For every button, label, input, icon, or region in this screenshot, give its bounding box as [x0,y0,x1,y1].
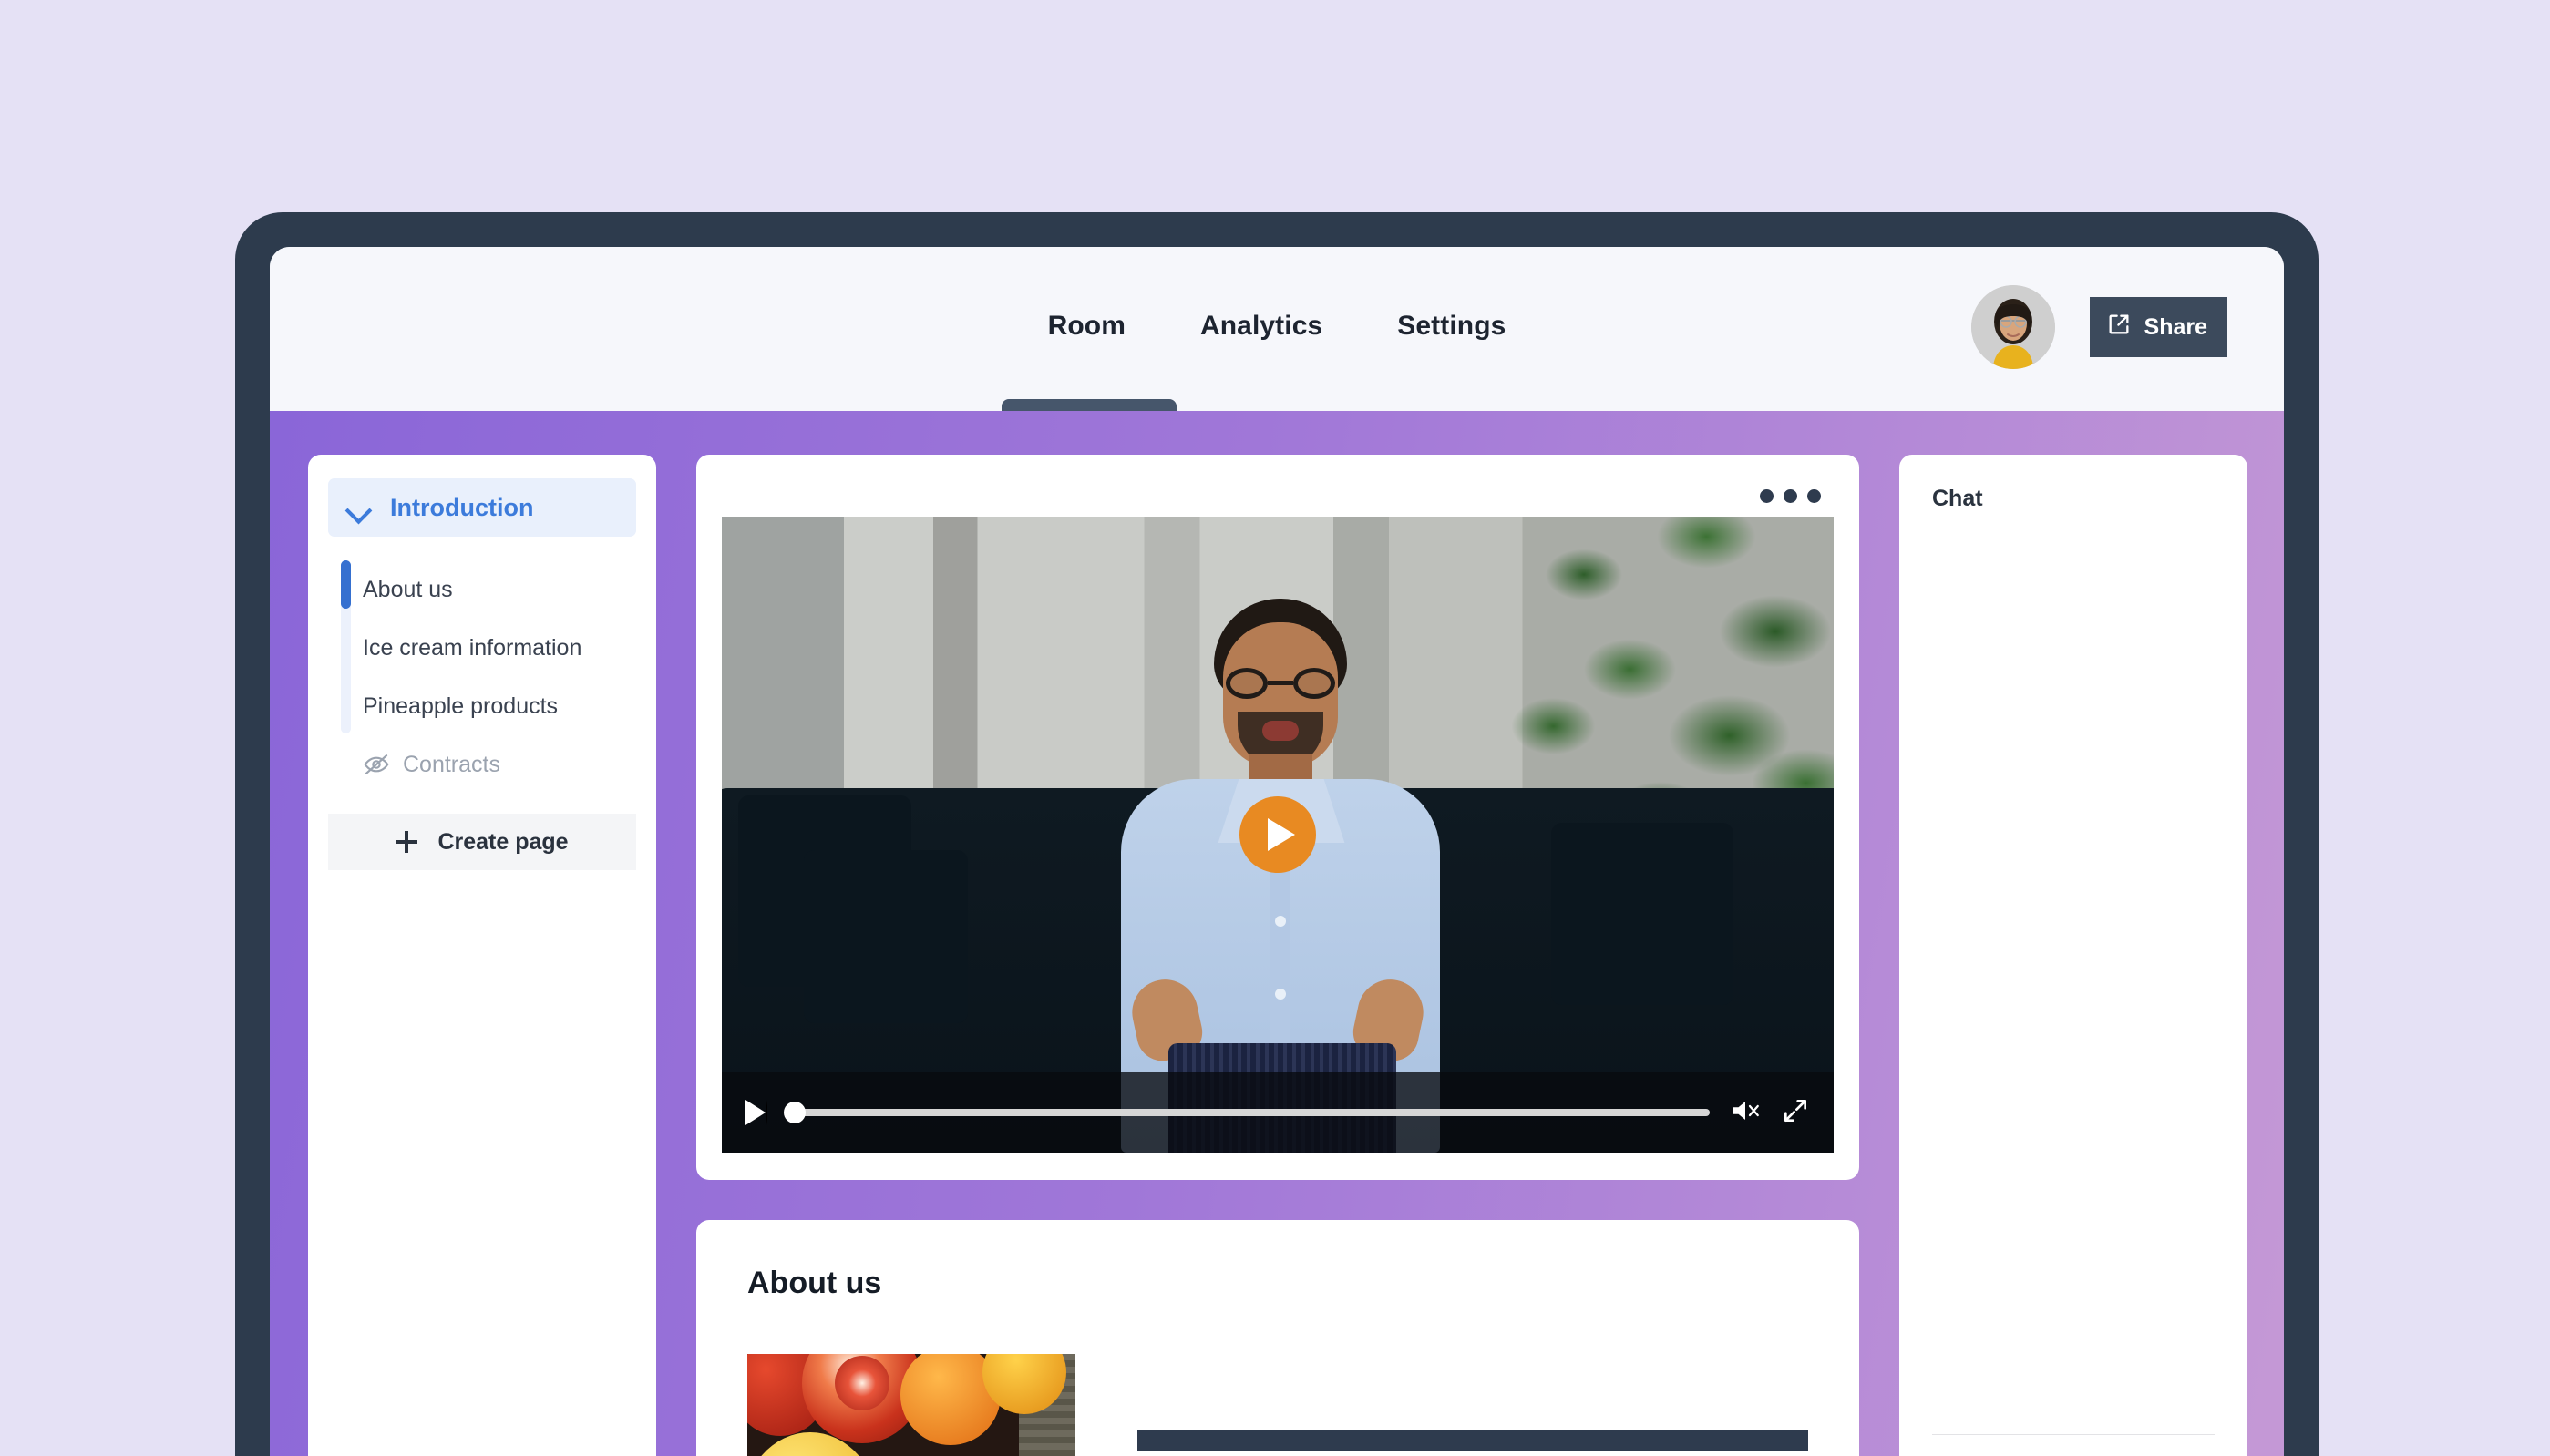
video-controls-bar [722,1072,1834,1153]
play-icon[interactable] [745,1100,767,1125]
volume-mute-icon[interactable] [1728,1097,1763,1129]
sidebar-item-label: Pineapple products [363,692,559,719]
sidebar-section-label: Introduction [390,493,534,521]
video-card-menu-button[interactable] [722,475,1834,517]
main-content-column: About us [696,455,1859,1456]
about-text-lines [1137,1354,1808,1456]
sidebar-item-pineapple-products[interactable]: Pineapple products [346,677,636,735]
citrus-fruit-crate-photo [747,1354,1075,1456]
external-link-icon [2106,312,2132,343]
about-card: About us [696,1220,1859,1456]
app-body: Introduction About us Ice cream informat… [270,411,2284,1456]
about-content [747,1354,1808,1456]
share-button-label: Share [2144,313,2207,340]
video-card [696,455,1859,1180]
video-progress-bar[interactable] [784,1102,1710,1123]
sidebar-section-introduction[interactable]: Introduction [328,478,636,537]
video-scene-cushion-left2 [804,850,968,1023]
sidebar-item-about-us[interactable]: About us [346,560,636,619]
video-player[interactable] [722,517,1834,1153]
sidebar-item-label: Ice cream information [363,634,582,661]
header-right-actions: Share [1970,285,2227,369]
sidebar-item-label: Contracts [403,751,500,777]
chevron-down-icon [346,501,370,515]
tablet-device-frame: Room Analytics Settings Share Introducti… [235,212,2319,1456]
share-button[interactable]: Share [2089,297,2227,357]
eye-off-icon [363,754,390,774]
create-page-button[interactable]: Create page [328,814,636,870]
video-progress-knob[interactable] [784,1102,806,1123]
tablet-screen: Room Analytics Settings Share Introducti… [270,247,2284,1456]
tab-room[interactable]: Room [1048,311,1126,342]
play-button[interactable] [1239,796,1316,873]
sidebar-item-label: About us [363,576,453,602]
sidebar-panel: Introduction About us Ice cream informat… [308,455,656,1456]
app-header: Room Analytics Settings Share [270,247,2284,412]
sidebar-item-contracts[interactable]: Contracts [346,735,636,794]
plus-icon [396,831,418,853]
active-tab-indicator [1002,399,1177,412]
more-horizontal-icon [1760,488,1821,503]
sidebar-page-list: About us Ice cream information Pineapple… [328,560,636,794]
tab-settings[interactable]: Settings [1397,311,1506,342]
chat-input-row [1932,1435,2215,1456]
text-line [1137,1430,1808,1451]
chat-message-list [1932,512,2215,1434]
chat-title: Chat [1932,486,1983,511]
page-list-active-rail [341,560,351,609]
video-scene-cushion-right [1551,823,1733,1005]
create-page-label: Create page [437,828,569,855]
fullscreen-icon[interactable] [1781,1096,1810,1130]
chat-panel: Chat [1899,455,2247,1456]
avatar[interactable] [1970,285,2055,369]
tab-analytics[interactable]: Analytics [1200,311,1322,342]
nav-tabs: Room Analytics Settings [1048,311,1506,342]
page-title: About us [747,1266,882,1300]
sidebar-item-ice-cream-information[interactable]: Ice cream information [346,619,636,677]
